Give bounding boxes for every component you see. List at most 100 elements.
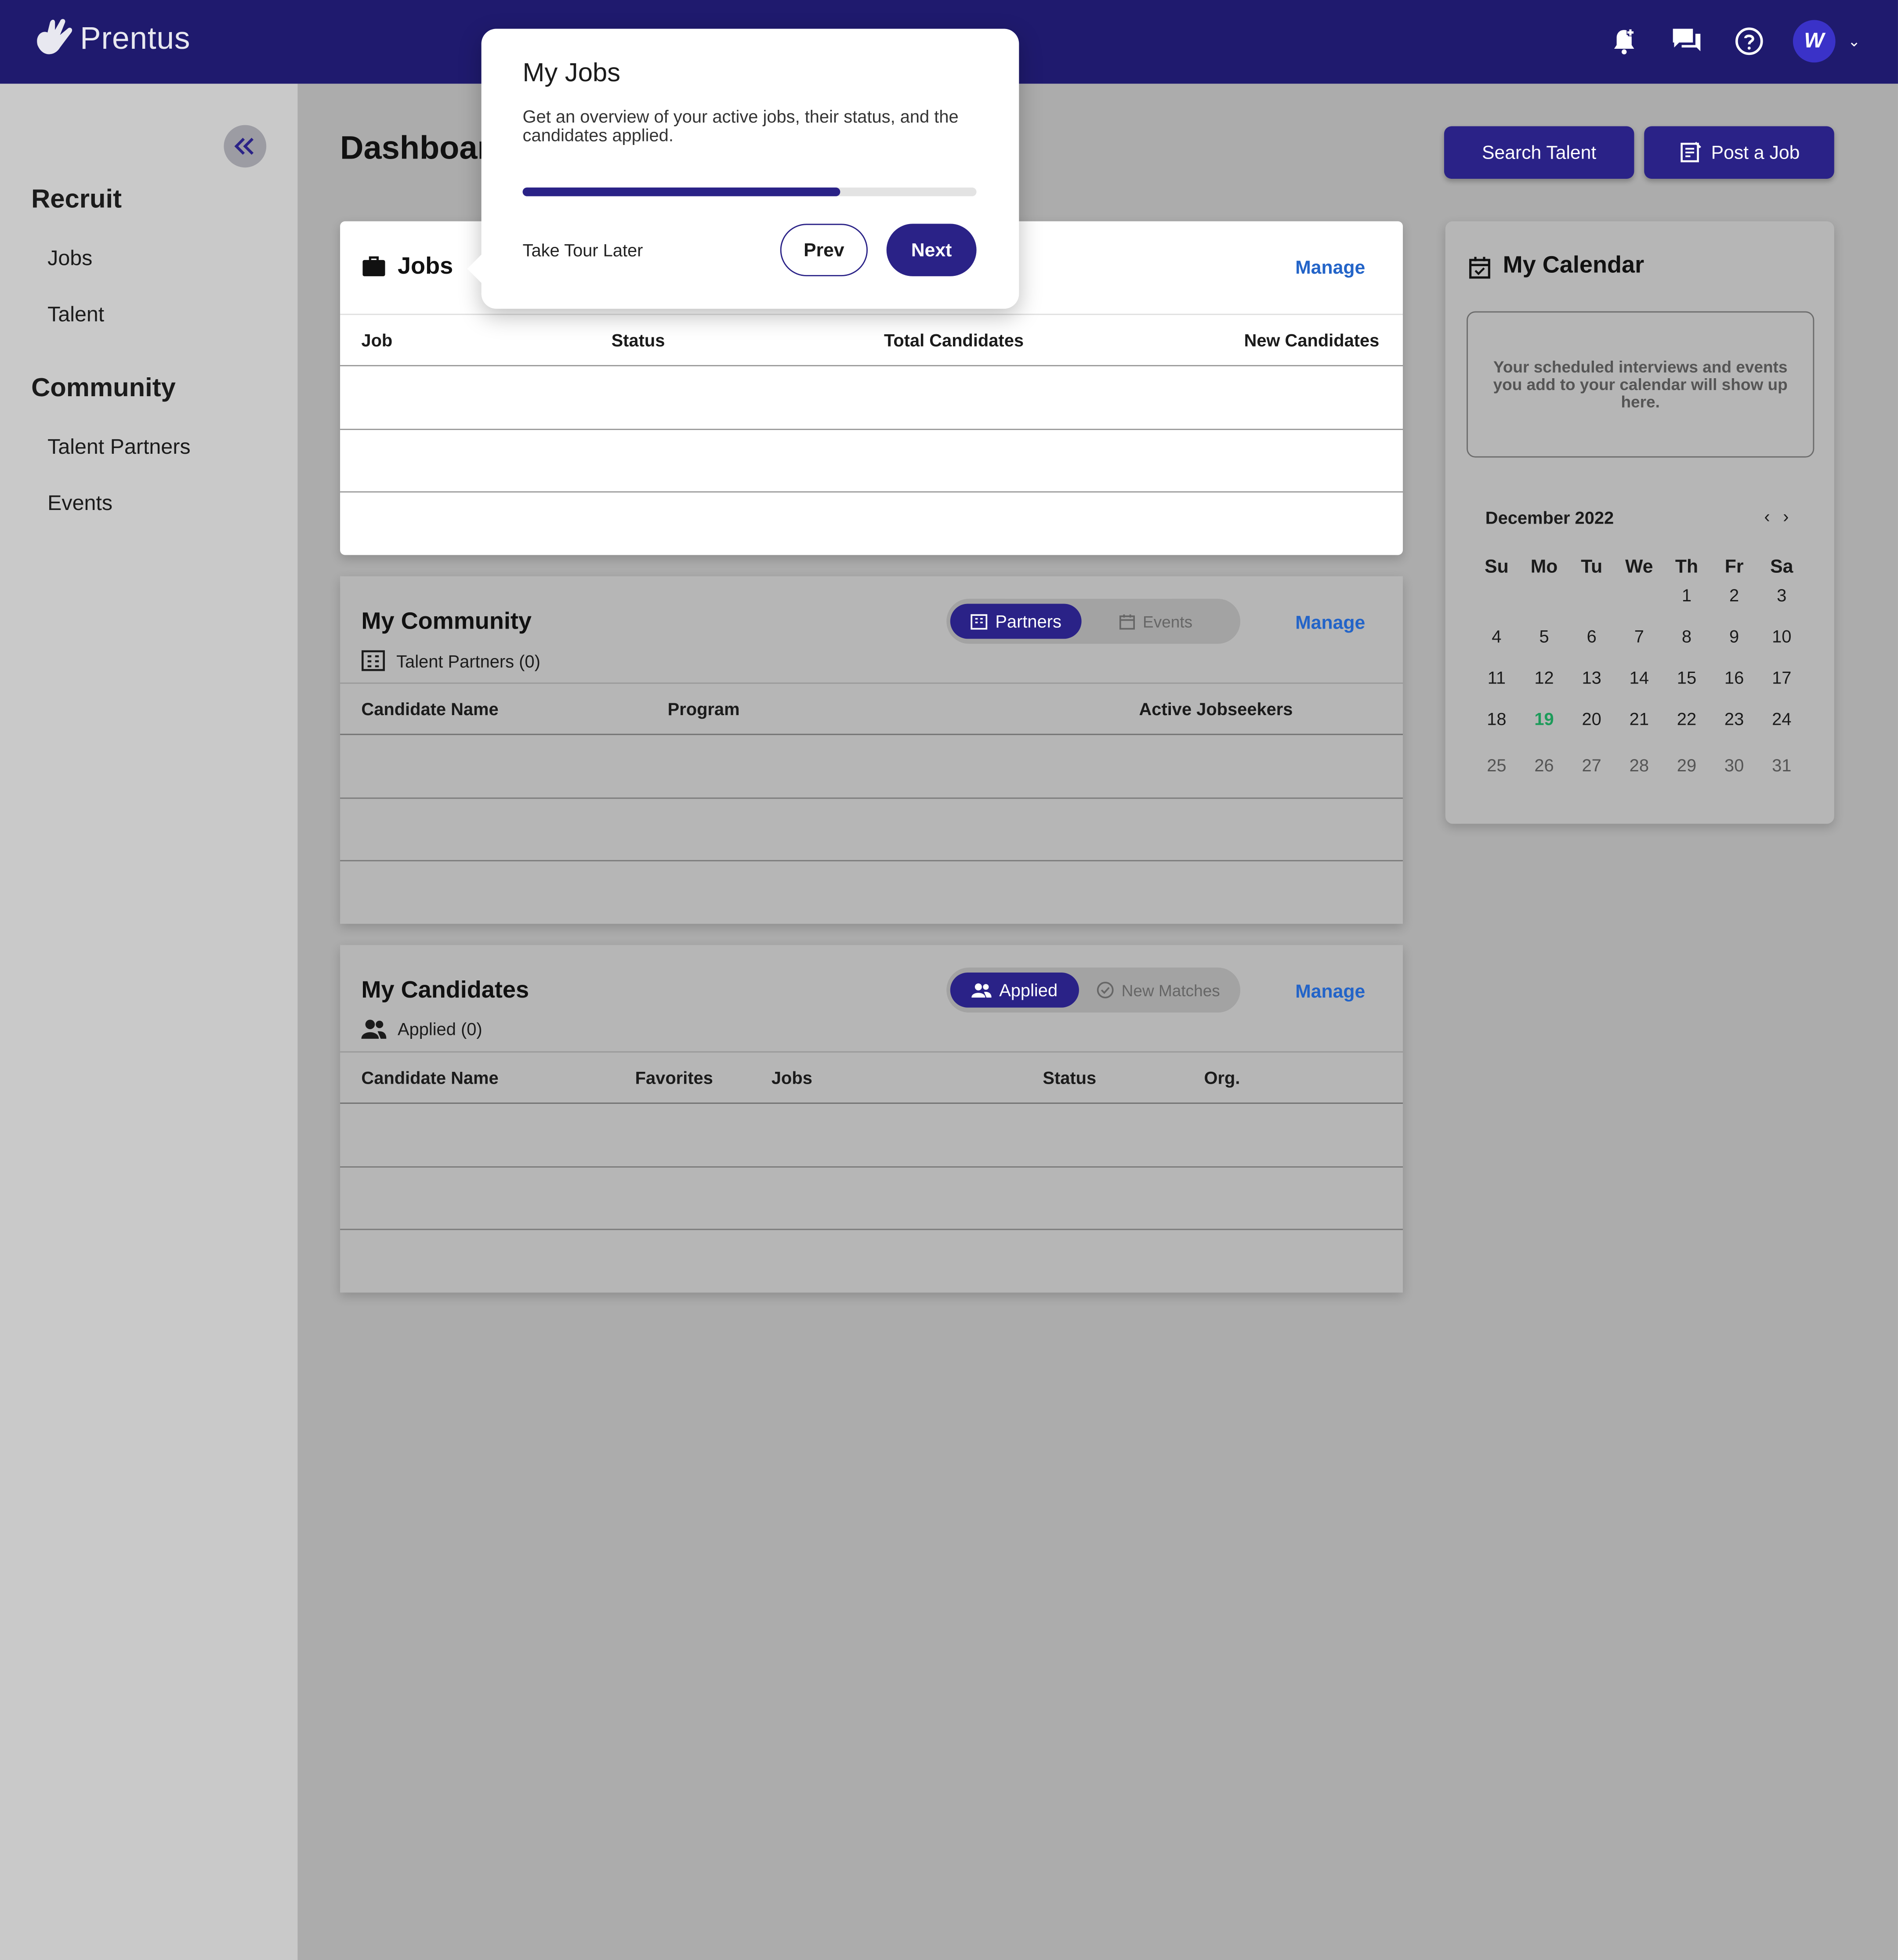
- calendar-day-8[interactable]: 8: [1663, 626, 1710, 647]
- calendar-day-4[interactable]: 4: [1473, 626, 1520, 647]
- calendar-day-empty: [1520, 585, 1568, 605]
- community-card: My Community Partners Events Manage Tale…: [340, 576, 1403, 924]
- candidates-card: My Candidates Applied New Matches Manage…: [340, 945, 1403, 1293]
- col-job: Job: [361, 330, 393, 350]
- table-row: [340, 1166, 1403, 1168]
- avatar[interactable]: W: [1793, 20, 1836, 63]
- tab-events[interactable]: Events: [1119, 604, 1192, 639]
- col-candidate-name: Candidate Name: [361, 1067, 499, 1088]
- tab-applied[interactable]: Applied: [950, 973, 1079, 1008]
- post-job-button[interactable]: Post a Job: [1644, 126, 1834, 179]
- candidates-card-title: My Candidates: [361, 977, 529, 1004]
- calendar-day-18[interactable]: 18: [1473, 709, 1520, 729]
- tour-description: Get an overview of your active jobs, the…: [522, 106, 959, 145]
- jobs-manage-link[interactable]: Manage: [1295, 257, 1365, 278]
- calendar-day-9[interactable]: 9: [1710, 626, 1758, 647]
- chevron-right-icon[interactable]: ›: [1783, 506, 1789, 527]
- calendar-day-12[interactable]: 12: [1520, 668, 1568, 688]
- tab-partners[interactable]: Partners: [950, 604, 1082, 639]
- search-talent-button[interactable]: Search Talent: [1444, 126, 1634, 179]
- calendar-day-empty: [1615, 585, 1663, 605]
- tab-events-label: Events: [1143, 612, 1193, 631]
- calendar-day-16[interactable]: 16: [1710, 668, 1758, 688]
- bell-plus-icon[interactable]: [1605, 22, 1643, 60]
- weekday: Fr: [1724, 556, 1744, 578]
- chevron-left-icon[interactable]: ‹: [1764, 506, 1770, 527]
- weekday: Su: [1485, 556, 1509, 578]
- tour-title: My Jobs: [522, 58, 621, 88]
- brand-name: Prentus: [80, 20, 191, 56]
- calendar-weeks: 1 2 3 4 5 6 7 8 9 10 11 12 13 14 15 16 17 18 19 20 21 22 23 24 2…: [1473, 585, 1833, 775]
- candidates-toggle: Applied New Matches: [946, 967, 1241, 1013]
- tab-partners-label: Partners: [995, 611, 1061, 632]
- talent-partners-count: Talent Partners (0): [396, 651, 540, 671]
- tab-applied-label: Applied: [999, 980, 1058, 1000]
- sidebar-item-talent[interactable]: Talent: [47, 303, 104, 328]
- calendar-day-19[interactable]: 19: [1520, 709, 1568, 729]
- calendar-day-24[interactable]: 24: [1758, 709, 1805, 729]
- calendar-day-5[interactable]: 5: [1520, 626, 1568, 647]
- community-manage-link[interactable]: Manage: [1295, 612, 1365, 633]
- weekday: Tu: [1581, 556, 1603, 578]
- calendar-day-30[interactable]: 30: [1710, 755, 1758, 775]
- take-tour-later-link[interactable]: Take Tour Later: [523, 240, 643, 260]
- col-org: Org.: [1204, 1067, 1240, 1088]
- tab-new-matches-label: New Matches: [1121, 980, 1220, 1000]
- calendar-day-21[interactable]: 21: [1615, 709, 1663, 729]
- community-table-header: Candidate Name Program Active Jobseekers: [340, 682, 1403, 735]
- post-job-label: Post a Job: [1711, 141, 1800, 163]
- calendar-day-10[interactable]: 10: [1758, 626, 1805, 647]
- calendar-month: December 2022: [1485, 507, 1614, 528]
- col-jobs: Jobs: [771, 1067, 812, 1088]
- sidebar-item-events[interactable]: Events: [47, 491, 112, 516]
- calendar-day-empty: [1473, 585, 1520, 605]
- calendar-grid: Su Mo Tu We Th Fr Sa 1 2 3 4 5 6 7 8 9 10 11 12 13 14…: [1473, 556, 1833, 775]
- col-program: Program: [667, 698, 740, 719]
- chevron-down-icon[interactable]: ⌄: [1848, 33, 1861, 50]
- sidebar-item-jobs[interactable]: Jobs: [47, 246, 92, 271]
- calendar-week-row: 11 12 13 14 15 16 17: [1473, 668, 1833, 688]
- calendar-week-row: 123: [1473, 585, 1833, 605]
- calendar-day-11[interactable]: 11: [1473, 668, 1520, 688]
- calendar-day-15[interactable]: 15: [1663, 668, 1710, 688]
- calendar-check-icon: [1469, 257, 1490, 279]
- calendar-day-1[interactable]: 1: [1663, 585, 1710, 605]
- calendar-day-26[interactable]: 26: [1520, 755, 1568, 775]
- candidates-manage-link[interactable]: Manage: [1295, 981, 1365, 1002]
- calendar-day-31[interactable]: 31: [1758, 755, 1805, 775]
- collapse-sidebar-button[interactable]: [224, 125, 267, 168]
- tour-popover: My Jobs Get an overview of your active j…: [467, 29, 1019, 309]
- calendar-day-22[interactable]: 22: [1663, 709, 1710, 729]
- calendar-icon: [1119, 614, 1135, 629]
- col-active-jobseekers: Active Jobseekers: [1139, 698, 1293, 719]
- document-edit-icon: [1680, 141, 1701, 163]
- calendar-day-17[interactable]: 17: [1758, 668, 1805, 688]
- calendar-day-2[interactable]: 2: [1710, 585, 1758, 605]
- calendar-day-13[interactable]: 13: [1568, 668, 1615, 688]
- weekday: Th: [1675, 556, 1699, 578]
- candidates-subtitle: Applied (0): [361, 1019, 482, 1039]
- tab-new-matches[interactable]: New Matches: [1097, 973, 1220, 1008]
- next-button[interactable]: Next: [886, 224, 977, 276]
- sidebar-section-recruit: Recruit: [31, 185, 122, 214]
- calendar-day-25[interactable]: 25: [1473, 755, 1520, 775]
- help-icon[interactable]: [1730, 22, 1768, 60]
- calendar-day-14[interactable]: 14: [1615, 668, 1663, 688]
- calendar-day-20[interactable]: 20: [1568, 709, 1615, 729]
- brand-logo[interactable]: Prentus: [33, 18, 190, 60]
- calendar-day-27[interactable]: 27: [1568, 755, 1615, 775]
- calendar-day-6[interactable]: 6: [1568, 626, 1615, 647]
- calendar-empty-note: Your scheduled interviews and events you…: [1467, 311, 1815, 458]
- calendar-day-29[interactable]: 29: [1663, 755, 1710, 775]
- calendar-day-28[interactable]: 28: [1615, 755, 1663, 775]
- sidebar-section-community: Community: [31, 373, 176, 403]
- prev-button[interactable]: Prev: [780, 224, 868, 276]
- briefcase-icon: [362, 256, 385, 276]
- calendar-day-empty: [1568, 585, 1615, 605]
- calendar-day-3[interactable]: 3: [1758, 585, 1805, 605]
- users-icon: [971, 983, 992, 998]
- sidebar-item-talent-partners[interactable]: Talent Partners: [47, 435, 190, 460]
- calendar-day-7[interactable]: 7: [1615, 626, 1663, 647]
- calendar-day-23[interactable]: 23: [1710, 709, 1758, 729]
- chat-icon[interactable]: [1668, 22, 1705, 60]
